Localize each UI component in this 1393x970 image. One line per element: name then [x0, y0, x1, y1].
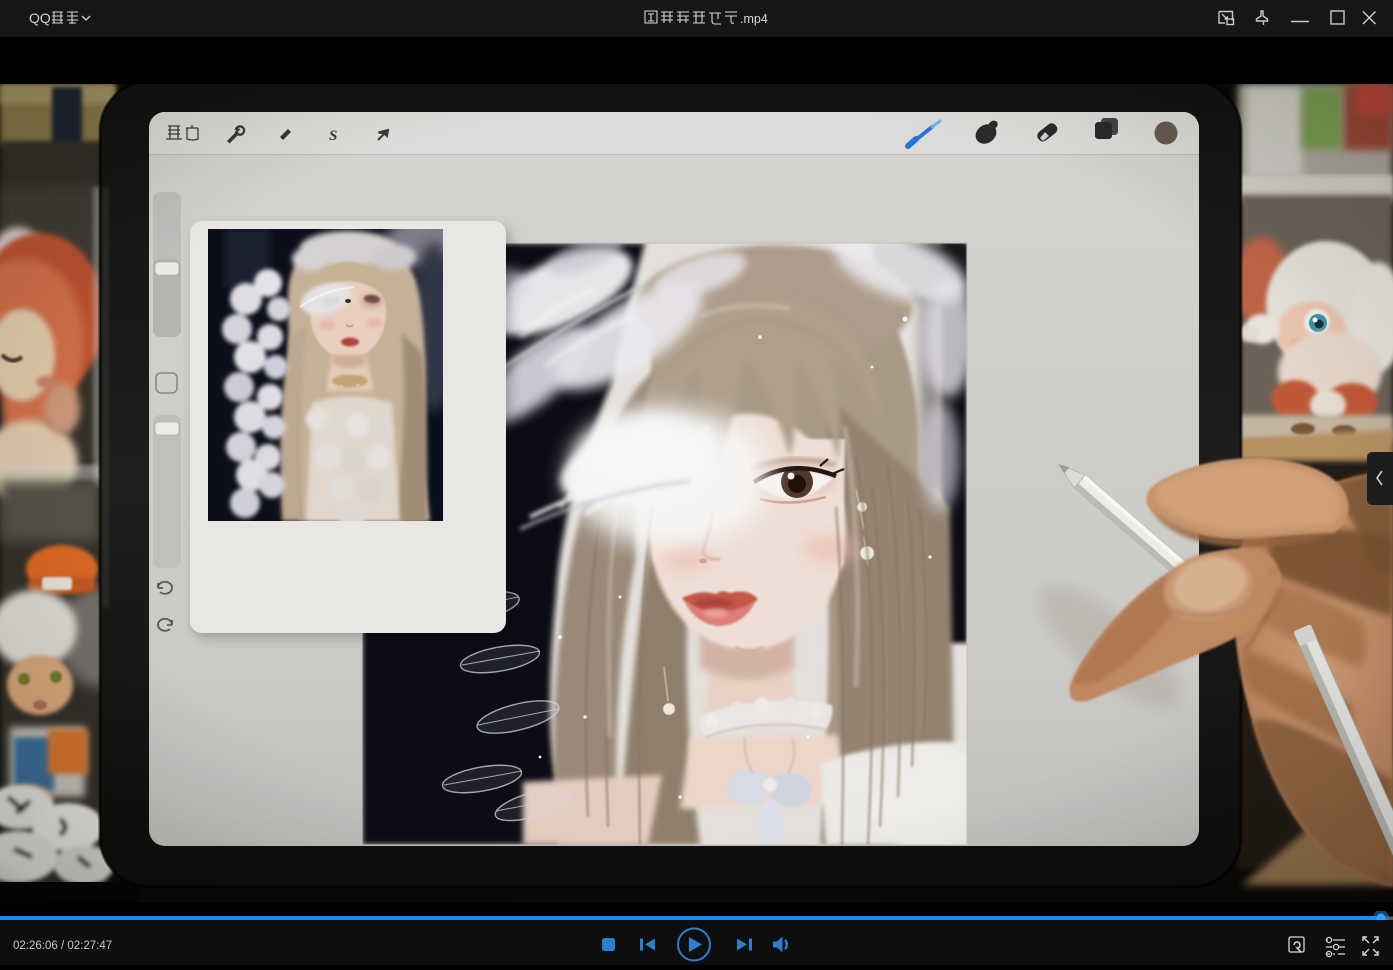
svg-text:QQ: QQ [29, 10, 51, 26]
svg-text:02:26:06 / 02:27:47: 02:26:06 / 02:27:47 [13, 940, 112, 952]
svg-text:.mp4: .mp4 [740, 12, 768, 26]
